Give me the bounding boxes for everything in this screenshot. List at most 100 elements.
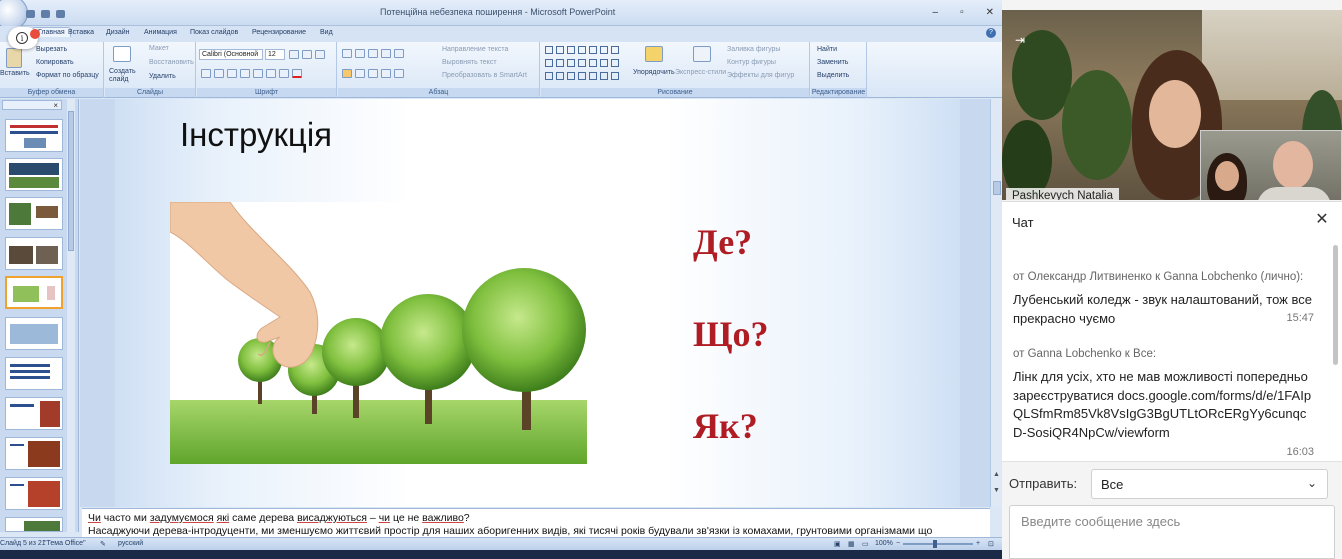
current-slide[interactable]: Інструкція Де? Що? Як? xyxy=(115,99,960,507)
spellcheck-icon[interactable]: ✎ xyxy=(100,540,106,548)
grow-font-icon[interactable] xyxy=(289,50,299,59)
copy-button[interactable]: Копировать xyxy=(36,59,74,66)
recording-indicator[interactable]: i xyxy=(8,27,40,49)
quick-styles-icon[interactable] xyxy=(693,46,711,62)
tab-slideshow[interactable]: Показ слайдов xyxy=(190,29,238,36)
zoom-slider[interactable] xyxy=(903,543,973,545)
shrink-font-icon[interactable] xyxy=(302,50,312,59)
question-what[interactable]: Що? xyxy=(693,313,769,355)
tab-insert[interactable]: Вставка xyxy=(68,29,94,36)
slide-thumbnail-11[interactable] xyxy=(5,517,63,532)
tab-animation[interactable]: Анимация xyxy=(144,29,177,36)
slide-thumbnail-9[interactable] xyxy=(5,437,63,470)
text-direction-button[interactable]: Направление текста xyxy=(442,46,508,53)
underline-icon[interactable] xyxy=(227,69,237,78)
paste-icon[interactable] xyxy=(6,48,22,68)
font-color-icon[interactable] xyxy=(292,69,302,78)
next-slide-icon[interactable]: ▼ xyxy=(993,487,1000,494)
close-chat-icon[interactable]: ✕ xyxy=(1314,212,1330,228)
slide-thumbnail-7[interactable] xyxy=(5,357,63,390)
align-left-icon[interactable] xyxy=(342,69,352,78)
zoom-out-icon[interactable]: − xyxy=(896,540,900,547)
case-icon[interactable] xyxy=(279,69,289,78)
shape-effects-button[interactable]: Эффекты для фигур xyxy=(727,72,794,79)
slide-thumbnail-5[interactable] xyxy=(5,276,63,309)
zoom-knob[interactable] xyxy=(933,540,937,548)
info-icon[interactable]: i xyxy=(16,32,28,44)
hand-planting-trees-image[interactable] xyxy=(170,202,587,464)
question-how[interactable]: Як? xyxy=(693,405,758,447)
slides-scrollbar[interactable] xyxy=(67,99,75,532)
decrease-indent-icon[interactable] xyxy=(368,49,378,58)
paste-button[interactable]: Вставить xyxy=(0,70,30,77)
italic-icon[interactable] xyxy=(214,69,224,78)
align-text-button[interactable]: Выровнять текст xyxy=(442,59,497,66)
fit-window-icon[interactable]: ⊡ xyxy=(988,540,994,548)
clear-format-icon[interactable] xyxy=(315,50,325,59)
shadow-icon[interactable] xyxy=(253,69,263,78)
delete-button[interactable]: Удалить xyxy=(149,73,176,80)
zoom-level[interactable]: 100% xyxy=(875,540,893,547)
slide-thumbnail-6[interactable] xyxy=(5,317,63,350)
font-size-combo[interactable]: 12 xyxy=(265,49,285,60)
shape-fill-button[interactable]: Заливка фигуры xyxy=(727,46,780,53)
bold-icon[interactable] xyxy=(201,69,211,78)
prev-slide-icon[interactable]: ▲ xyxy=(993,471,1000,478)
font-name-combo[interactable]: Calibri (Основной xyxy=(199,49,263,60)
slide-thumbnail-8[interactable] xyxy=(5,397,63,430)
arrange-icon[interactable] xyxy=(645,46,663,62)
chat-message-input[interactable]: Введите сообщение здесь xyxy=(1009,505,1335,559)
format-painter-button[interactable]: Формат по образцу xyxy=(36,72,99,79)
layout-button[interactable]: Макет xyxy=(149,45,169,52)
minimize-icon[interactable]: – xyxy=(933,7,939,18)
slide-thumbnail-4[interactable] xyxy=(5,237,63,270)
shapes-gallery[interactable] xyxy=(545,46,623,82)
maximize-icon[interactable]: ▫ xyxy=(960,7,964,18)
redo-icon[interactable] xyxy=(56,10,65,18)
replace-button[interactable]: Заменить xyxy=(817,59,848,66)
cut-button[interactable]: Вырезать xyxy=(36,46,67,53)
undo-icon[interactable] xyxy=(41,10,50,18)
increase-indent-icon[interactable] xyxy=(381,49,391,58)
help-icon[interactable]: ? xyxy=(986,28,996,38)
slide-thumbnail-1[interactable] xyxy=(5,119,63,152)
save-icon[interactable] xyxy=(26,10,35,18)
align-right-icon[interactable] xyxy=(368,69,378,78)
strikethrough-icon[interactable] xyxy=(240,69,250,78)
chat-messages[interactable]: от Олександр Литвиненко к Ganna Lobchenk… xyxy=(1002,243,1342,461)
justify-icon[interactable] xyxy=(381,69,391,78)
find-button[interactable]: Найти xyxy=(817,46,837,53)
numbering-icon[interactable] xyxy=(355,49,365,58)
language[interactable]: русский xyxy=(118,540,143,547)
normal-view-icon[interactable]: ▣ xyxy=(834,540,841,548)
spacing-icon[interactable] xyxy=(266,69,276,78)
new-slide-icon[interactable] xyxy=(113,46,131,62)
slideshow-view-icon[interactable]: ▭ xyxy=(862,540,869,548)
bullets-icon[interactable] xyxy=(342,49,352,58)
collapse-video-icon[interactable]: ⇥ xyxy=(1010,31,1030,49)
slide-thumbnail-2[interactable] xyxy=(5,158,63,191)
arrange-button[interactable]: Упорядочить xyxy=(633,69,675,76)
zoom-in-icon[interactable]: + xyxy=(976,540,980,547)
slide-title[interactable]: Інструкція xyxy=(180,116,332,154)
reset-button[interactable]: Восстановить xyxy=(149,59,194,66)
new-slide-button[interactable]: Создать слайд xyxy=(109,68,137,84)
tab-view[interactable]: Вид xyxy=(320,29,333,36)
close-panel-icon[interactable]: × xyxy=(53,101,58,110)
smartart-button[interactable]: Преобразовать в SmartArt xyxy=(442,72,527,79)
chat-scrollbar[interactable] xyxy=(1333,245,1338,365)
tab-design[interactable]: Дизайн xyxy=(106,29,130,36)
video-feed[interactable]: ⇥ Pashkevych Natalia xyxy=(1002,10,1342,200)
question-where[interactable]: Де? xyxy=(693,221,752,263)
select-button[interactable]: Выделить xyxy=(817,72,849,79)
align-center-icon[interactable] xyxy=(355,69,365,78)
slide-thumbnail-10[interactable] xyxy=(5,477,63,510)
close-icon[interactable]: ✕ xyxy=(986,7,994,18)
quick-styles-button[interactable]: Экспресс-стили xyxy=(675,69,726,76)
shape-outline-button[interactable]: Контур фигуры xyxy=(727,59,776,66)
slide-scrollbar[interactable]: ▲ ▼ xyxy=(990,99,1002,507)
self-view-video[interactable] xyxy=(1200,130,1342,200)
slide-thumbnail-3[interactable] xyxy=(5,197,63,230)
line-spacing-icon[interactable] xyxy=(394,49,404,58)
notes-pane[interactable]: Чи часто ми задумуємося які саме дерева … xyxy=(82,508,990,537)
